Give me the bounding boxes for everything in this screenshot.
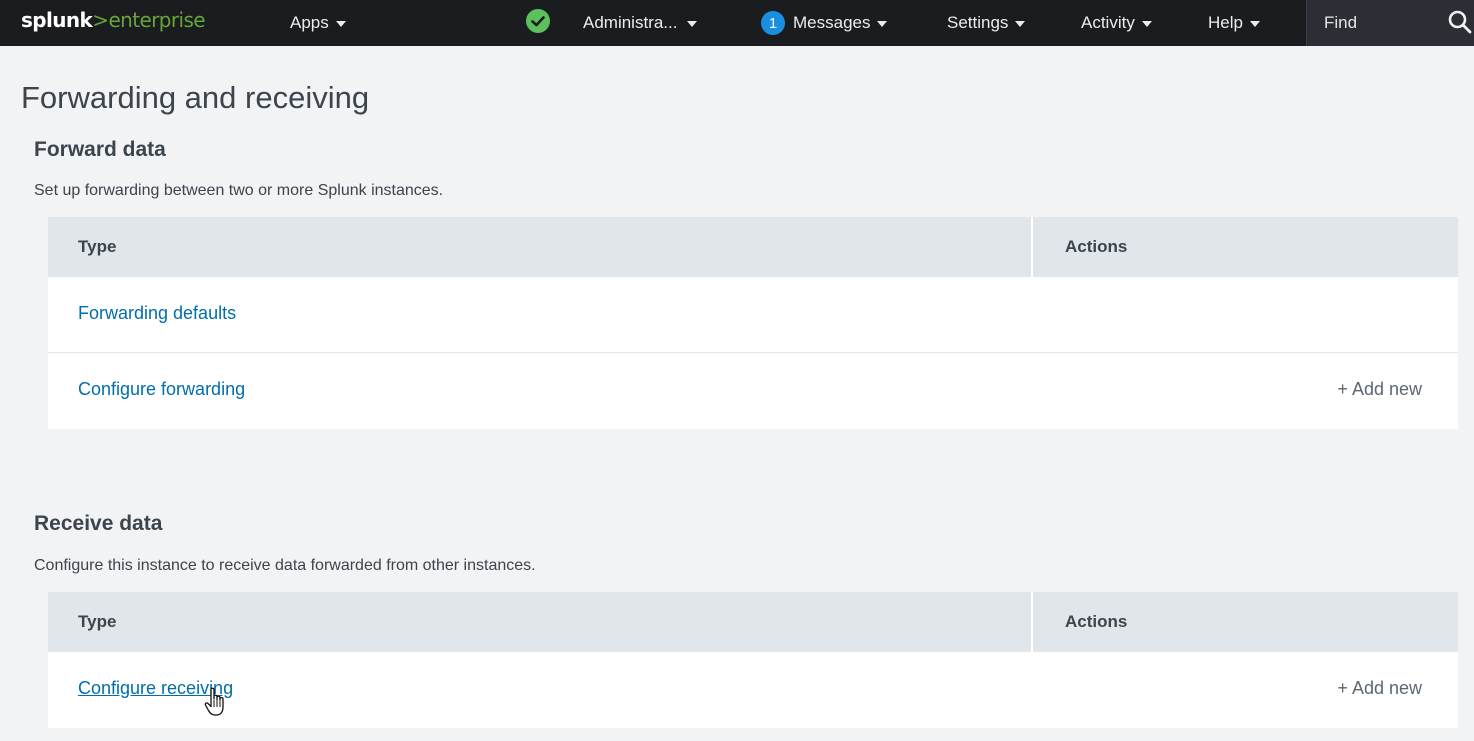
chevron-down-icon — [1249, 21, 1260, 27]
chevron-down-icon — [1141, 21, 1152, 27]
forward-data-description: Set up forwarding between two or more Sp… — [34, 182, 444, 199]
table-header: Type Actions — [48, 217, 1458, 277]
activity-menu[interactable]: Activity — [1081, 0, 1152, 46]
settings-menu[interactable]: Settings — [947, 0, 1026, 46]
hand-pointer-icon — [204, 686, 230, 725]
activity-menu-label: Activity — [1081, 13, 1135, 32]
logo-part-enterprise: enterprise — [108, 8, 205, 32]
chevron-down-icon — [687, 21, 698, 27]
receive-data-title: Receive data — [34, 512, 163, 535]
receive-data-description: Configure this instance to receive data … — [34, 557, 536, 574]
administrator-menu-label: Administra... — [583, 13, 678, 32]
help-menu[interactable]: Help — [1208, 0, 1260, 46]
add-new-receiving-link[interactable]: + Add new — [1337, 678, 1422, 699]
table-row: Configure receiving + Add new — [48, 652, 1458, 728]
forwarding-defaults-link[interactable]: Forwarding defaults — [78, 303, 236, 324]
find-input[interactable]: Find — [1324, 13, 1357, 33]
forward-data-table: Type Actions Forwarding defaults Configu… — [48, 217, 1458, 429]
page-title: Forwarding and receiving — [21, 80, 370, 115]
receive-data-table: Type Actions Configure receiving + Add n… — [48, 592, 1458, 728]
settings-menu-label: Settings — [947, 13, 1009, 32]
forward-data-title: Forward data — [34, 138, 166, 161]
apps-menu-label: Apps — [290, 13, 329, 32]
splunk-enterprise-logo[interactable]: splunk>enterprise — [21, 8, 206, 32]
column-header-type: Type — [48, 592, 1033, 652]
apps-menu[interactable]: Apps — [290, 0, 346, 46]
search-icon[interactable] — [1447, 9, 1473, 40]
table-header: Type Actions — [48, 592, 1458, 652]
chevron-down-icon — [1015, 21, 1026, 27]
logo-part-splunk: splunk — [21, 8, 93, 32]
top-navigation-bar: splunk>enterprise Apps Administra... 1 M… — [0, 0, 1474, 46]
add-new-forwarding-link[interactable]: + Add new — [1337, 379, 1422, 400]
column-header-type: Type — [48, 217, 1033, 277]
table-row: Forwarding defaults — [48, 277, 1458, 353]
table-row: Configure forwarding + Add new — [48, 353, 1458, 429]
find-search-box[interactable]: Find — [1306, 0, 1474, 46]
logo-part-chevron: > — [92, 8, 109, 32]
messages-menu[interactable]: 1 Messages — [761, 0, 888, 46]
messages-count-badge: 1 — [761, 11, 785, 35]
configure-forwarding-link[interactable]: Configure forwarding — [78, 379, 245, 400]
administrator-menu[interactable]: Administra... — [583, 0, 698, 46]
column-header-actions: Actions — [1065, 612, 1128, 631]
check-circle-icon[interactable] — [526, 9, 550, 33]
help-menu-label: Help — [1208, 13, 1243, 32]
messages-menu-label: Messages — [793, 13, 871, 32]
chevron-down-icon — [335, 21, 346, 27]
chevron-down-icon — [877, 21, 888, 27]
column-header-actions: Actions — [1065, 237, 1128, 256]
